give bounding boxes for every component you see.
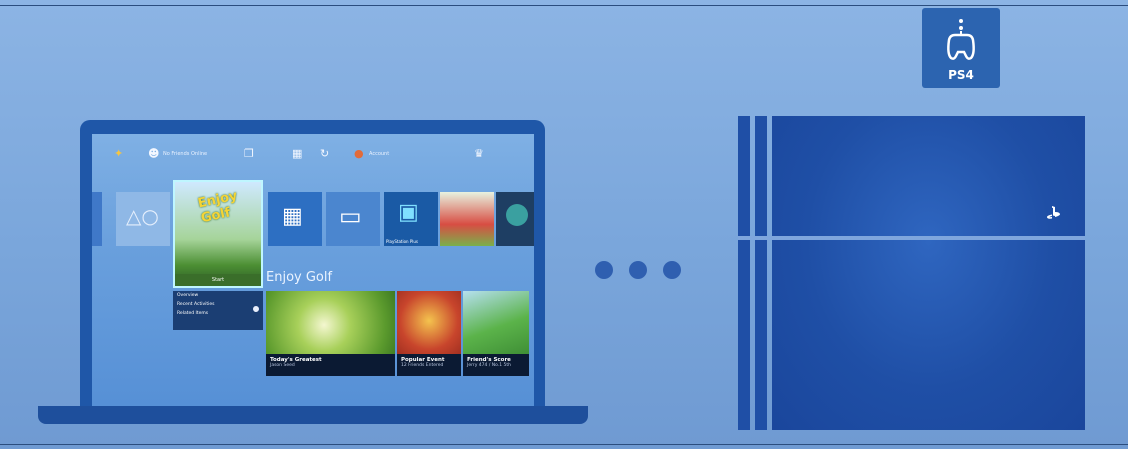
film-icon: ▣ <box>398 200 419 225</box>
connection-dot <box>629 261 647 279</box>
trophy-icon[interactable]: ♛ <box>474 148 485 159</box>
profile-item[interactable]: ● Account <box>354 148 389 159</box>
start-label: Start <box>175 274 261 286</box>
laptop-base <box>38 406 588 424</box>
screen-tile[interactable]: ▭ <box>326 192 380 246</box>
playstation-symbols-icon: △○ <box>126 204 159 228</box>
friends-icon: ☻ <box>148 147 160 160</box>
card-popular-event[interactable]: Popular Event 12 Friends Entered <box>397 291 461 376</box>
controller-icon <box>947 19 975 60</box>
playstation-plus-tile[interactable]: ▣ PlayStation Plus <box>384 192 438 246</box>
console-seam <box>738 236 1085 240</box>
card-subtitle: Jerry 474 / No.1 5th <box>467 363 512 368</box>
playstation-plus-label: PlayStation Plus <box>386 239 418 244</box>
psplus-icon[interactable]: ✦ <box>114 148 125 159</box>
card-title: Popular Event <box>401 357 445 363</box>
card-title: Today's Greatest <box>270 357 322 363</box>
monitor-icon: ▭ <box>339 202 362 230</box>
top-border <box>0 5 1128 6</box>
section-title: Enjoy Golf <box>266 270 333 285</box>
grid-icon: ▦ <box>282 204 303 229</box>
menu-recent-activities[interactable]: Recent Activities <box>173 300 263 309</box>
laptop-screen: ✦ ☻ No Friends Online ❐ ▦ ↻ ● Account ♛ … <box>92 134 534 406</box>
card-caption: Friend's Score Jerry 474 / No.1 5th <box>463 354 529 376</box>
playstation-logo-icon <box>1047 206 1060 219</box>
card-title: Friend's Score <box>467 357 511 363</box>
card-subtitle: Jason Seed <box>270 363 295 368</box>
remote-play-badge[interactable]: PS4 <box>922 8 1000 88</box>
card-subtitle: 12 Friends Entered <box>401 363 444 368</box>
connection-dot <box>663 261 681 279</box>
refresh-icon[interactable]: ↻ <box>320 148 331 159</box>
friends-label: No Friends Online <box>163 150 208 157</box>
connection-dot <box>595 261 613 279</box>
game-tile[interactable] <box>440 192 494 246</box>
card-todays-greatest[interactable]: Today's Greatest Jason Seed <box>266 291 395 376</box>
ps4-console <box>772 116 1085 430</box>
selection-dot <box>253 306 259 312</box>
menu-related-items[interactable]: Related Items <box>173 309 263 318</box>
badge-label: PS4 <box>948 68 974 82</box>
enjoy-golf-tile[interactable]: Enjoy Golf Start <box>173 180 263 288</box>
console-fin <box>738 116 750 430</box>
library-tile[interactable] <box>92 192 102 246</box>
card-friends-score[interactable]: Friend's Score Jerry 474 / No.1 5th <box>463 291 529 376</box>
bottom-border <box>0 444 1128 445</box>
card-caption: Today's Greatest Jason Seed <box>266 354 395 376</box>
enjoy-golf-logo: Enjoy Golf <box>196 188 239 227</box>
card-caption: Popular Event 12 Friends Entered <box>397 354 461 376</box>
menu-overview[interactable]: Overview <box>173 291 263 300</box>
messages-icon[interactable]: ❐ <box>244 148 255 159</box>
friends-item[interactable]: ☻ No Friends Online <box>148 148 207 159</box>
tv-video-tile[interactable]: ▦ <box>268 192 322 246</box>
profile-label: Account <box>369 150 390 157</box>
profile-icon: ● <box>354 147 364 160</box>
psstore-tile[interactable]: △○ <box>116 192 170 246</box>
round-logo-icon <box>506 204 528 226</box>
console-fin <box>755 116 767 430</box>
game-menu: Overview Recent Activities Related Items <box>173 291 263 330</box>
ps4-topbar: ✦ ☻ No Friends Online ❐ ▦ ↻ ● Account ♛ <box>92 148 534 170</box>
notifications-icon[interactable]: ▦ <box>292 148 303 159</box>
round-tile[interactable] <box>496 192 534 246</box>
